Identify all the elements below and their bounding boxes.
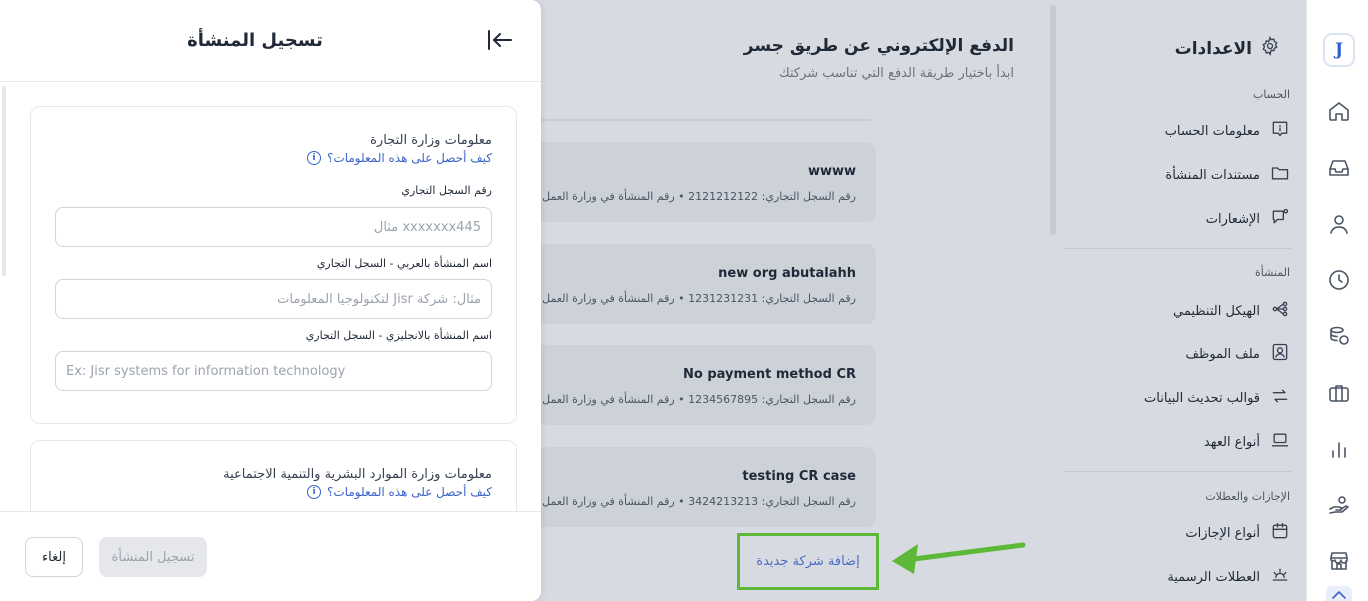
add-company-link[interactable]: إضافة شركة جديدة [756,554,859,569]
add-company-highlight: إضافة شركة جديدة [737,533,879,590]
inbox-icon[interactable] [1326,155,1352,181]
annotation-arrow-icon [892,542,1026,574]
sidebar-item-org-docs[interactable]: مستندات المنشأة [1062,160,1292,190]
icon-rail: J [1306,0,1368,601]
section-account: الحساب [1252,88,1290,101]
drawer-scrollbar[interactable] [2,86,6,276]
chart-icon[interactable] [1326,436,1352,462]
hand-coin-icon[interactable] [1326,492,1352,518]
user-icon[interactable] [1326,211,1352,237]
company-name: wwww [807,164,856,179]
sidebar-item-label: مستندات المنشأة [1165,167,1260,183]
laptop-icon [1270,430,1290,454]
sidebar-item-leave-types[interactable]: أنواع الإجازات [1062,518,1292,548]
main-content: الدفع الإلكتروني عن طريق جسر ابدأ باختيا… [541,0,1046,601]
drawer-header: تسجيل المنشأة [0,0,541,82]
register-org-button[interactable]: تسجيل المنشأة [99,537,207,577]
notification-icon [1270,207,1290,231]
swap-arrows-icon [1270,386,1290,410]
sidebar-item-label: أنواع الإجازات [1185,525,1260,541]
home-icon[interactable] [1326,98,1352,124]
sidebar-item-label: أنواع العهد [1203,434,1260,450]
divider [541,119,871,121]
sidebar-item-label: الإشعارات [1205,211,1260,227]
sidebar-scrollbar[interactable] [1050,5,1056,235]
divider [1064,471,1292,472]
sidebar-item-custody-types[interactable]: أنواع العهد [1062,427,1292,457]
company-name: No payment method CR [683,367,856,382]
company-meta: رقم السجل التجاري: 3424213213 • رقم المن… [541,495,856,508]
settings-title-text: الاعدادات [1174,38,1252,59]
cr-number-input[interactable] [55,207,492,247]
company-meta: رقم السجل التجاري: 2121212122 • رقم المن… [541,190,856,203]
name-en-input[interactable] [55,351,492,391]
info-square-icon [1270,119,1290,143]
section-org: المنشأة [1254,266,1290,279]
moc-section: معلومات وزارة التجارة كيف أحصل على هذه ا… [30,106,517,424]
section-leaves: الإجازات والعطلات [1205,490,1290,503]
section-title: معلومات وزارة التجارة [370,133,492,148]
chevron-up-icon[interactable] [1326,586,1352,601]
folder-icon [1270,163,1290,187]
briefcase-icon[interactable] [1326,380,1352,406]
calendar-icon [1270,521,1290,545]
company-card[interactable]: No payment method CR رقم السجل التجاري: … [541,345,876,425]
drawer-title: تسجيل المنشأة [187,30,323,51]
sidebar-item-label: معلومات الحساب [1164,123,1260,139]
settings-sidebar: الاعدادات الحساب معلومات الحساب مستندات … [1050,0,1306,601]
info-icon: i [307,485,322,499]
settings-title: الاعدادات [1175,36,1280,61]
sidebar-item-data-templates[interactable]: قوالب تحديث البيانات [1062,383,1292,413]
company-card[interactable]: new org abutalahh رقم السجل التجاري: 123… [541,244,876,324]
info-icon: i [307,151,322,165]
company-name: new org abutalahh [718,266,856,281]
help-link[interactable]: كيف أحصل على هذه المعلومات؟ i [307,151,492,165]
page-subtitle: ابدأ باختيار طريقة الدفع التي تناسب شركت… [779,66,1014,81]
gear-icon [1260,36,1280,61]
page-title: الدفع الإلكتروني عن طريق جسر [743,36,1014,56]
sidebar-item-label: الهيكل التنظيمي [1172,303,1260,319]
company-card[interactable]: testing CR case رقم السجل التجاري: 34242… [541,447,876,527]
sidebar-item-employee-file[interactable]: ملف الموظف [1062,339,1292,369]
cancel-button[interactable]: إلغاء [25,537,83,577]
clock-icon[interactable] [1326,267,1352,293]
drawer-footer: إلغاء تسجيل المنشأة [0,511,541,601]
id-card-icon [1270,342,1290,366]
sunset-icon [1270,565,1290,589]
register-org-drawer: تسجيل المنشأة معلومات وزارة التجارة كيف … [0,0,541,601]
sidebar-item-holidays[interactable]: العطلات الرسمية [1062,562,1292,592]
name-ar-label: اسم المنشأة بالعربي - السجل التجاري [316,257,492,270]
help-link-text: كيف أحصل على هذه المعلومات؟ [327,151,492,165]
company-meta: رقم السجل التجاري: 1234567895 • رقم المن… [541,393,856,406]
company-name: testing CR case [742,469,856,484]
store-icon[interactable] [1326,548,1352,574]
cr-number-label: رقم السجل التجاري [401,184,492,197]
name-en-label: اسم المنشأة بالانجليزي - السجل التجاري [305,329,492,342]
app-logo[interactable]: J [1323,33,1355,67]
sidebar-item-label: ملف الموظف [1185,346,1260,362]
coins-icon[interactable] [1326,323,1352,349]
sidebar-item-label: العطلات الرسمية [1167,569,1260,585]
org-chart-icon [1270,299,1290,323]
divider [1064,248,1292,249]
sidebar-item-label: قوالب تحديث البيانات [1144,390,1260,406]
collapse-drawer-icon[interactable] [486,28,514,52]
sidebar-item-account-info[interactable]: معلومات الحساب [1062,116,1292,146]
help-link[interactable]: كيف أحصل على هذه المعلومات؟ i [307,485,492,499]
sidebar-item-notifications[interactable]: الإشعارات [1062,204,1292,234]
sidebar-item-org-structure[interactable]: الهيكل التنظيمي [1062,296,1292,326]
company-card[interactable]: wwww رقم السجل التجاري: 2121212122 • رقم… [541,142,876,222]
section-title: معلومات وزارة الموارد البشرية والتنمية ا… [223,467,492,482]
help-link-text: كيف أحصل على هذه المعلومات؟ [327,485,492,499]
company-meta: رقم السجل التجاري: 1231231231 • رقم المن… [541,292,856,305]
name-ar-input[interactable] [55,279,492,319]
